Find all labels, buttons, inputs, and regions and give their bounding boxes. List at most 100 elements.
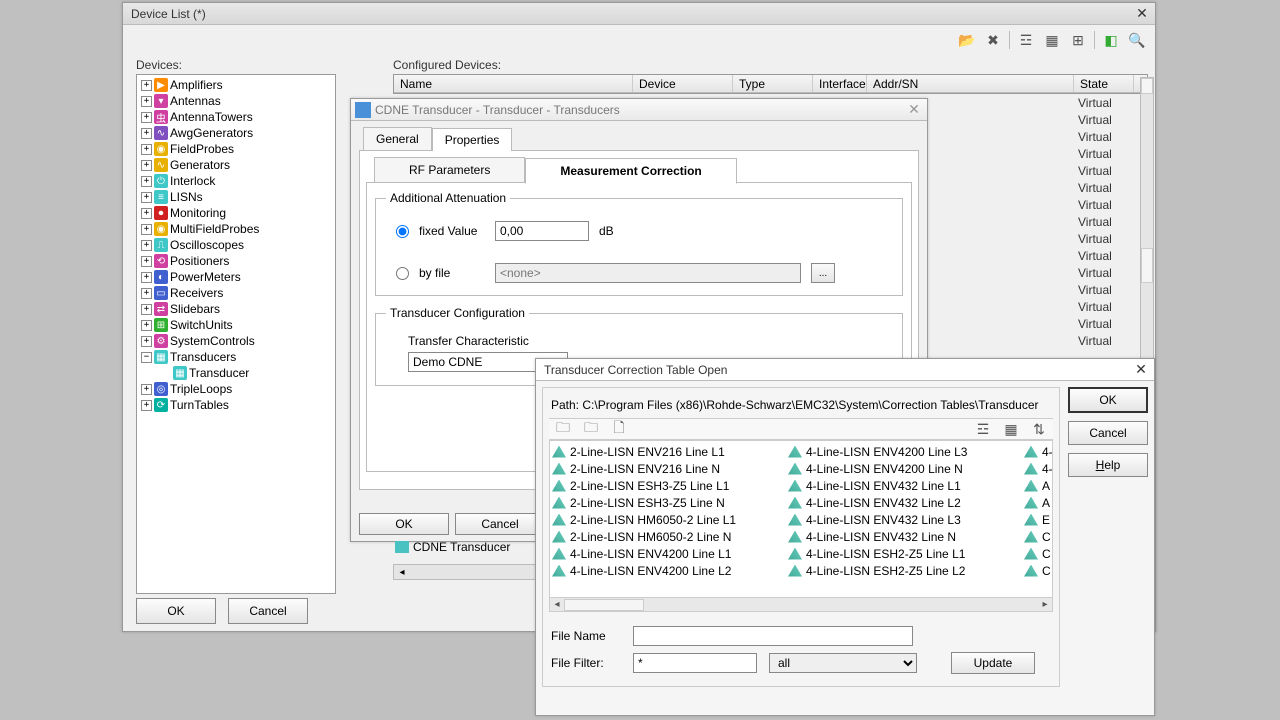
ok-button[interactable]: OK [1068, 387, 1148, 413]
update-button[interactable]: Update [951, 652, 1035, 674]
tree-item[interactable]: +⇄Slidebars [139, 301, 333, 317]
file-item[interactable]: 2-Line-LISN ENV216 Line N [552, 460, 788, 477]
tree-item[interactable]: +◎TripleLoops [139, 381, 333, 397]
open-icon[interactable]: 📂 [957, 30, 977, 50]
input-fixed-value[interactable] [495, 221, 589, 241]
subtab-measurement-correction[interactable]: Measurement Correction [525, 158, 736, 184]
view-details-icon[interactable]: ▦ [1001, 419, 1021, 439]
tree-item[interactable]: +▭Receivers [139, 285, 333, 301]
folder-icon[interactable]: 🗀 [553, 419, 573, 439]
expand-icon[interactable]: + [141, 192, 152, 203]
tab-properties[interactable]: Properties [432, 128, 513, 151]
tree-item[interactable]: +◉MultiFieldProbes [139, 221, 333, 237]
expand-icon[interactable]: + [141, 384, 152, 395]
expand-icon[interactable]: + [141, 256, 152, 267]
delete-icon[interactable]: ✖ [983, 30, 1003, 50]
new-icon[interactable]: 🗋 [609, 419, 629, 439]
expand-icon[interactable]: + [141, 240, 152, 251]
file-item[interactable]: E [1024, 511, 1052, 528]
file-item[interactable]: 2-Line-LISN ESH3-Z5 Line N [552, 494, 788, 511]
cancel-button[interactable]: Cancel [455, 513, 545, 535]
tree-item[interactable]: +⟲Positioners [139, 253, 333, 269]
tab-general[interactable]: General [363, 127, 432, 150]
tree-item-child[interactable]: ▦Transducer [139, 365, 333, 381]
view-details-icon[interactable]: ▦ [1042, 30, 1062, 50]
file-item[interactable]: 2-Line-LISN ESH3-Z5 Line L1 [552, 477, 788, 494]
expand-icon[interactable]: + [141, 272, 152, 283]
expand-icon[interactable]: + [141, 96, 152, 107]
file-item[interactable]: 4-Line-LISN ENV432 Line L1 [788, 477, 1024, 494]
tree-item[interactable]: +∿Generators [139, 157, 333, 173]
browse-file-button[interactable]: ... [811, 263, 835, 283]
expand-icon[interactable]: + [141, 288, 152, 299]
column-header[interactable]: Type [733, 75, 813, 92]
column-header[interactable]: Name [394, 75, 633, 92]
file-item[interactable]: 4-Line-LISN ESH2-Z5 Line L3 [1024, 443, 1053, 460]
view-list-icon[interactable]: ☲ [973, 419, 993, 439]
select-filter[interactable]: all [769, 653, 917, 673]
file-item[interactable]: 4-Line-LISN ENV4200 Line L1 [552, 545, 788, 562]
expand-icon[interactable]: + [141, 176, 152, 187]
view-list-icon[interactable]: ☲ [1016, 30, 1036, 50]
tree-item[interactable]: +⚙SystemControls [139, 333, 333, 349]
file-item[interactable]: 4-Line-LISN ESH2-Z5 Line N [1024, 460, 1053, 477]
file-item[interactable]: 4-Line-LISN ESH2-Z5 Line L1 [788, 545, 1024, 562]
tree-item[interactable]: +≡LISNs [139, 189, 333, 205]
expand-icon[interactable]: − [141, 352, 152, 363]
column-header[interactable]: State [1074, 75, 1134, 92]
column-header[interactable]: Interface [813, 75, 867, 92]
file-item[interactable]: 4-Line-LISN ENV432 Line N [788, 528, 1024, 545]
expand-icon[interactable]: + [141, 400, 152, 411]
file-item[interactable]: 2-Line-LISN HM6050-2 Line N [552, 528, 788, 545]
file-item[interactable]: 4-Line-LISN ESH2-Z5 Line L2 [788, 562, 1024, 579]
expand-icon[interactable]: + [141, 320, 152, 331]
expand-icon[interactable]: + [141, 336, 152, 347]
input-filter-pattern[interactable] [633, 653, 757, 673]
close-icon[interactable]: ✕ [1132, 362, 1150, 378]
tree-item[interactable]: +◉FieldProbes [139, 141, 333, 157]
tree-item[interactable]: +⟳TurnTables [139, 397, 333, 413]
tree-item[interactable]: −▦Transducers [139, 349, 333, 365]
cancel-button[interactable]: Cancel [228, 598, 308, 624]
expand-icon[interactable]: + [141, 208, 152, 219]
up-icon[interactable]: 🗀 [581, 419, 601, 439]
subtab-rf-parameters[interactable]: RF Parameters [374, 157, 525, 183]
view-sort-icon[interactable]: ⇅ [1029, 419, 1049, 439]
file-item[interactable]: C [1024, 528, 1052, 545]
file-item[interactable]: C [1024, 562, 1052, 579]
search-icon[interactable]: 🔍 [1127, 30, 1147, 50]
tree-item[interactable]: +▶Amplifiers [139, 77, 333, 93]
file-list[interactable]: 2-Line-LISN ENV216 Line L12-Line-LISN EN… [549, 440, 1053, 598]
column-header[interactable]: Addr/SN [867, 75, 1074, 92]
file-item[interactable]: A [1024, 494, 1052, 511]
connect-icon[interactable]: ◧ [1101, 30, 1121, 50]
expand-icon[interactable]: + [141, 80, 152, 91]
file-item[interactable]: A [1024, 477, 1052, 494]
devices-tree[interactable]: +▶Amplifiers+▾Antennas+⾍AntennaTowers+∿A… [136, 74, 336, 594]
tree-item[interactable]: +⾍AntennaTowers [139, 109, 333, 125]
column-header[interactable]: Device [633, 75, 733, 92]
close-icon[interactable]: ✕ [905, 102, 923, 118]
tree-item[interactable]: +▾Antennas [139, 93, 333, 109]
file-item[interactable]: 4-Line-LISN ENV432 Line L3 [788, 511, 1024, 528]
tree-item[interactable]: +⊞SwitchUnits [139, 317, 333, 333]
radio-by-file[interactable] [396, 267, 409, 280]
tree-item[interactable]: +⎍Oscilloscopes [139, 237, 333, 253]
tree-item[interactable]: +∿AwgGenerators [139, 125, 333, 141]
file-item[interactable]: 2-Line-LISN HM6050-2 Line L1 [552, 511, 788, 528]
vscrollbar[interactable] [1140, 77, 1154, 362]
view-tree-icon[interactable]: ⊞ [1068, 30, 1088, 50]
expand-icon[interactable]: + [141, 224, 152, 235]
expand-icon[interactable]: + [141, 144, 152, 155]
input-filename[interactable] [633, 626, 913, 646]
file-item[interactable]: 4-Line-LISN ENV4200 Line N [788, 460, 1024, 477]
file-hscrollbar[interactable]: ◂▸ [549, 598, 1053, 612]
file-item[interactable]: C [1024, 545, 1052, 562]
file-item[interactable]: 4-Line-LISN ENV4200 Line L2 [552, 562, 788, 579]
cancel-button[interactable]: Cancel [1068, 421, 1148, 445]
expand-icon[interactable]: + [141, 112, 152, 123]
file-item[interactable]: 2-Line-LISN ENV216 Line L1 [552, 443, 788, 460]
expand-icon[interactable]: + [141, 160, 152, 171]
tree-item[interactable]: +⏺Monitoring [139, 205, 333, 221]
ok-button[interactable]: OK [359, 513, 449, 535]
